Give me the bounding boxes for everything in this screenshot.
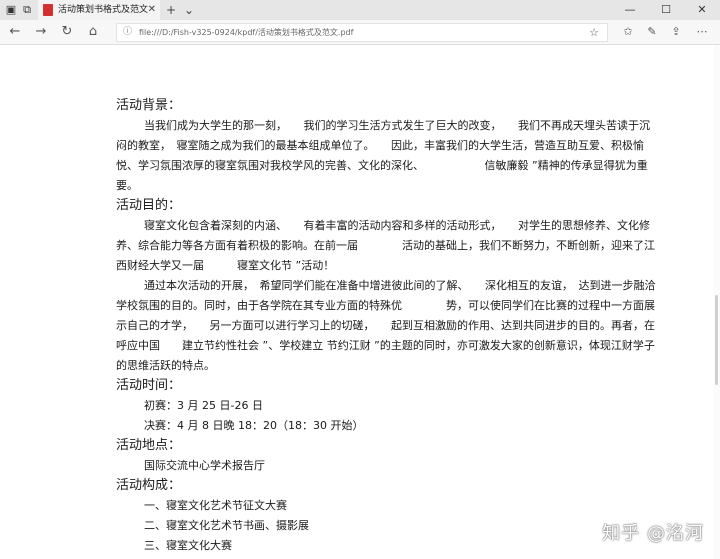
refresh-icon[interactable]: ↻ [58, 23, 76, 41]
pdf-file-icon [43, 4, 53, 16]
maximize-button[interactable]: ☐ [648, 0, 684, 20]
share-icon[interactable]: ⇪ [668, 24, 684, 40]
document-text: 活动背景： 当我们成为大学生的那一刻， 我们的学习生活方式发生了巨大的改变， 我… [116, 96, 656, 556]
time-final: 决赛：4 月 8 日晚 18：20（18：30 开始） [144, 419, 364, 432]
heading-time: 活动时间： [116, 378, 182, 393]
heading-structure: 活动构成： [116, 478, 182, 493]
address-url[interactable]: file:///D:/Fish-v325-0924/kpdf/活动策划书格式及范… [139, 25, 353, 40]
pen-icon[interactable]: ✎ [644, 24, 660, 40]
back-arrow-icon[interactable]: ← [6, 23, 24, 41]
tab-close-icon[interactable]: ✕ [148, 3, 156, 17]
tab-title: 活动策划书格式及范文.p [58, 5, 148, 15]
background-paragraph: 当我们成为大学生的那一刻， 我们的学习生活方式发生了巨大的改变， 我们不再成天埋… [116, 119, 650, 192]
info-icon[interactable]: ⓘ [123, 25, 132, 40]
heading-location: 活动地点： [116, 438, 182, 453]
close-window-button[interactable]: ✕ [684, 0, 720, 20]
window-menu-icon[interactable]: ▣ [4, 3, 18, 17]
structure-item: 二、寝室文化艺术节书画、摄影展 [144, 519, 309, 532]
favorite-star-icon[interactable]: ☆ [589, 24, 599, 41]
watermark: 知乎 @洺河 [602, 523, 704, 544]
purpose-paragraph-2: 通过本次活动的开展， 希望同学们能在准备中增进彼此间的了解、 深化相互的友谊， … [116, 279, 656, 372]
title-bar: ▣ ⧉ 活动策划书格式及范文.p ✕ + ⌄ — ☐ ✕ [0, 0, 720, 20]
address-bar[interactable]: ⓘ file:///D:/Fish-v325-0924/kpdf/活动策划书格式… [116, 23, 608, 42]
heading-background: 活动背景： [116, 98, 182, 113]
new-tab-button[interactable]: + [166, 2, 176, 18]
location-text: 国际交流中心学术报告厅 [144, 459, 265, 472]
scrollbar-thumb[interactable] [715, 295, 718, 385]
time-prelim: 初赛：3 月 25 日-26 日 [144, 399, 263, 412]
minimize-button[interactable]: — [612, 0, 648, 20]
purpose-paragraph-1: 寝室文化包含着深刻的内涵、 有着丰富的活动内容和多样的活动形式， 对学生的思想修… [116, 219, 655, 272]
tab-actions-icon[interactable]: ⧉ [20, 3, 34, 17]
structure-item: 三、寝室文化大赛 [144, 539, 232, 552]
structure-item: 一、寝室文化艺术节征文大赛 [144, 499, 287, 512]
more-menu-icon[interactable]: ⋯ [694, 24, 710, 40]
vertical-scrollbar[interactable] [714, 45, 720, 559]
home-icon[interactable]: ⌂ [84, 23, 102, 41]
heading-purpose: 活动目的： [116, 198, 182, 213]
forward-arrow-icon[interactable]: → [32, 23, 50, 41]
active-tab[interactable]: 活动策划书格式及范文.p ✕ [38, 0, 160, 20]
favorites-icon[interactable]: ✩ [620, 24, 636, 40]
browser-toolbar: ← → ↻ ⌂ ⓘ file:///D:/Fish-v325-0924/kpdf… [0, 20, 720, 45]
tab-list-dropdown-icon[interactable]: ⌄ [184, 2, 194, 18]
